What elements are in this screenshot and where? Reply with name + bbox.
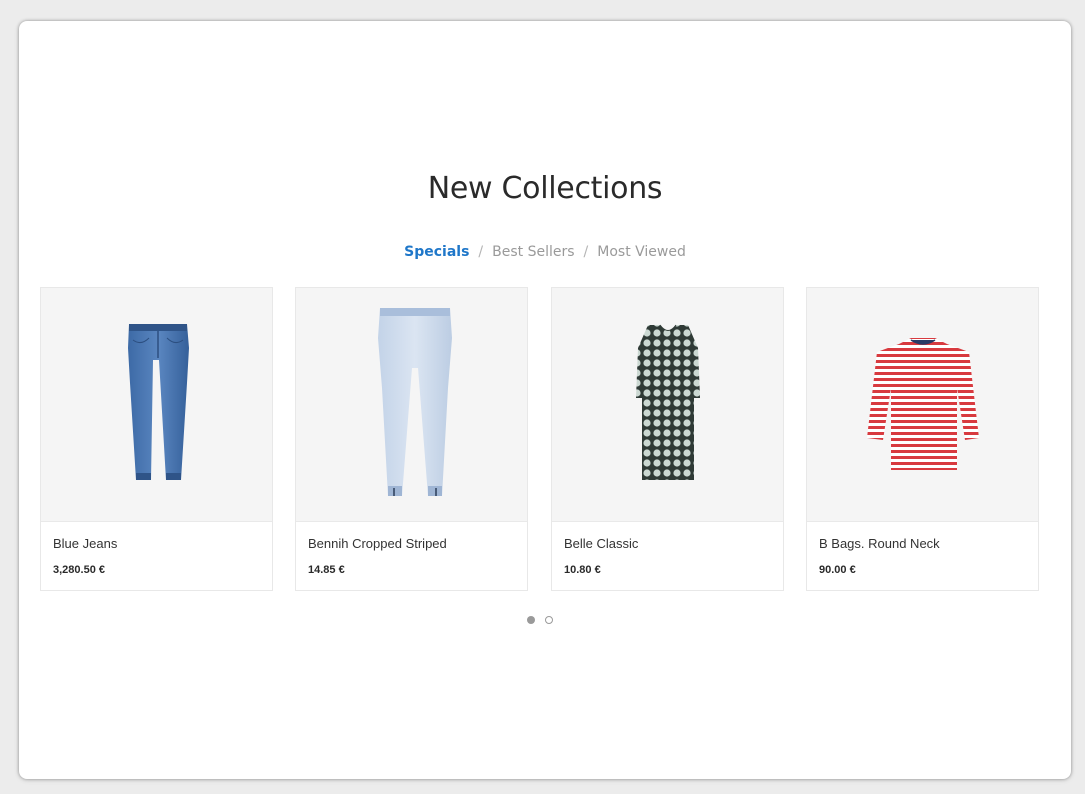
tab-most-viewed[interactable]: Most Viewed <box>597 244 686 260</box>
product-price: 90.00 € <box>819 564 856 576</box>
product-name[interactable]: Blue Jeans <box>53 535 117 553</box>
light-jeans-icon <box>378 308 452 496</box>
product-card[interactable]: Blue Jeans 3,280.50 € <box>40 287 273 591</box>
tab-separator: / <box>478 244 484 260</box>
tab-separator: / <box>583 244 589 260</box>
product-image[interactable] <box>41 288 272 522</box>
carousel-dot-1[interactable] <box>527 616 535 624</box>
striped-top-icon <box>867 338 979 470</box>
product-image[interactable] <box>807 288 1038 522</box>
jeans-icon <box>128 324 189 480</box>
product-price: 14.85 € <box>308 564 345 576</box>
product-price: 3,280.50 € <box>53 564 105 576</box>
product-name[interactable]: Belle Classic <box>564 535 638 553</box>
product-card[interactable]: B Bags. Round Neck 90.00 € <box>806 287 1039 591</box>
product-name[interactable]: B Bags. Round Neck <box>819 535 940 553</box>
product-price: 10.80 € <box>564 564 601 576</box>
tab-best-sellers[interactable]: Best Sellers <box>492 244 574 260</box>
tab-specials[interactable]: Specials <box>404 244 469 260</box>
dress-icon <box>636 324 700 480</box>
page-frame: New Collections Specials / Best Sellers / Mo… <box>19 21 1071 779</box>
product-image[interactable] <box>552 288 783 522</box>
section-title: New Collections <box>427 171 663 206</box>
product-card[interactable]: Bennih Cropped Striped 14.85 € <box>295 287 528 591</box>
product-name[interactable]: Bennih Cropped Striped <box>308 535 447 553</box>
carousel-dot-2[interactable] <box>545 616 553 624</box>
product-image[interactable] <box>296 288 527 522</box>
product-card[interactable]: Belle Classic 10.80 € <box>551 287 784 591</box>
collection-tabs: Specials / Best Sellers / Most Viewed <box>19 242 1071 262</box>
